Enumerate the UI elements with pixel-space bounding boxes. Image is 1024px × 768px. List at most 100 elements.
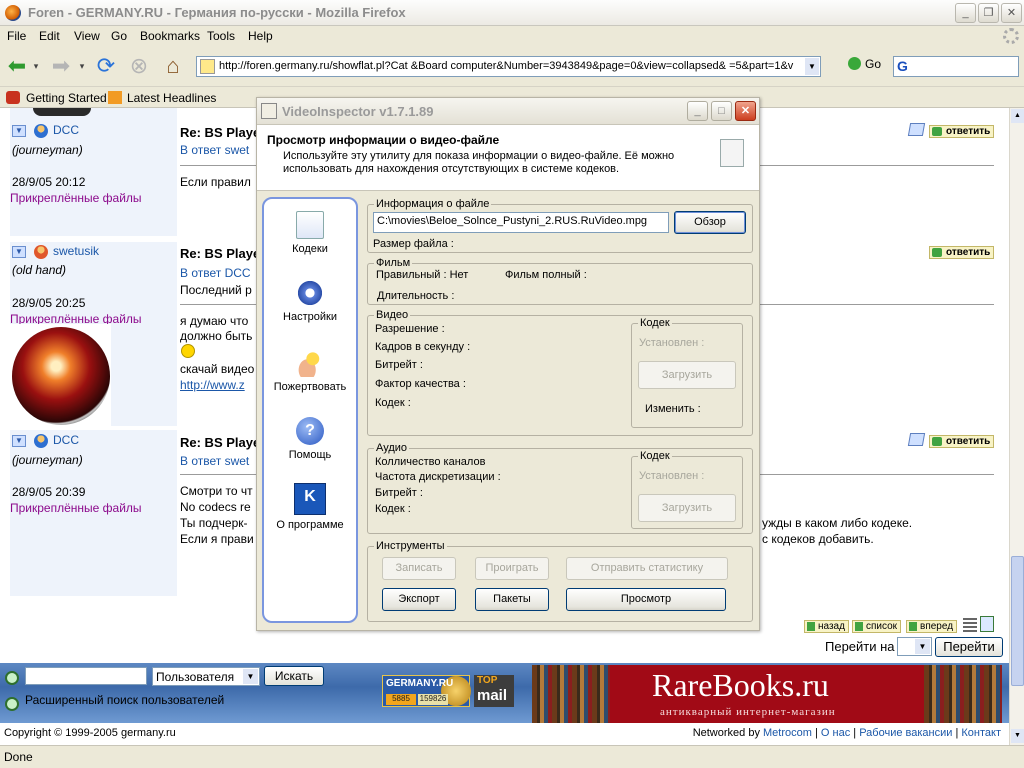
- scrollbar-thumb[interactable]: [1011, 556, 1024, 686]
- post-3-answer-button[interactable]: ответить: [929, 435, 995, 448]
- search-type-select[interactable]: Пользователя ▼: [152, 667, 260, 686]
- menu-bookmarks[interactable]: Bookmarks: [140, 29, 200, 43]
- audio-load-button[interactable]: Загрузить: [638, 494, 736, 522]
- edit-icon[interactable]: [907, 123, 926, 136]
- sidebar-item-help[interactable]: ? Помощь: [264, 417, 356, 461]
- list-view-icon[interactable]: [963, 618, 977, 632]
- send-stats-button[interactable]: Отправить статистику: [566, 557, 728, 580]
- goto-select[interactable]: ▼: [897, 637, 932, 656]
- edit-icon[interactable]: [907, 433, 926, 446]
- topmail-logo[interactable]: TOP mail: [474, 675, 514, 707]
- pager-back-button[interactable]: назад: [804, 620, 849, 633]
- go-button[interactable]: Go: [848, 57, 881, 71]
- post-2-reply[interactable]: В ответ DCC: [180, 266, 251, 280]
- collapse-icon[interactable]: ▼: [12, 125, 26, 137]
- google-icon[interactable]: G: [897, 58, 908, 74]
- bookshelf-image: [924, 665, 1002, 723]
- footer-link-contact[interactable]: Контакт: [961, 727, 1001, 739]
- chevron-down-icon: ▼: [243, 669, 258, 684]
- post-1-username[interactable]: DCC: [53, 123, 79, 137]
- menu-help[interactable]: Help: [248, 29, 273, 43]
- post-3-reply[interactable]: В ответ swet: [180, 454, 249, 468]
- close-button[interactable]: ✕: [1001, 3, 1022, 23]
- post-1-answer-button[interactable]: ответить: [929, 125, 995, 138]
- browse-button[interactable]: Обзор: [674, 211, 746, 234]
- goto-button[interactable]: Перейти: [935, 637, 1003, 657]
- forward-icon[interactable]: ➡: [48, 53, 74, 79]
- sidebar-item-settings[interactable]: Настройки: [264, 279, 356, 323]
- pager-list-button[interactable]: список: [852, 620, 902, 633]
- post-1-reply[interactable]: В ответ swet: [180, 143, 249, 157]
- avatar-partial: [33, 108, 91, 116]
- home-icon[interactable]: ⌂: [160, 53, 186, 79]
- forward-dropdown-icon[interactable]: ▾: [76, 53, 88, 79]
- vi-titlebar[interactable]: VideoInspector v1.7.1.89 _ □ ✕: [257, 98, 759, 125]
- search-icon: [5, 697, 19, 711]
- video-codec-change[interactable]: Изменить :: [645, 403, 701, 415]
- search-button[interactable]: Искать: [264, 666, 324, 686]
- post-1-rank: (journeyman): [12, 143, 83, 157]
- preview-button[interactable]: Просмотр: [566, 588, 726, 611]
- sidebar-item-about[interactable]: KО программе: [264, 483, 356, 531]
- scroll-up-icon[interactable]: ▲: [1011, 109, 1024, 123]
- user-search-input[interactable]: [25, 667, 147, 685]
- video-file-icon: [720, 139, 744, 167]
- video-fps-label: Кадров в секунду :: [375, 341, 471, 353]
- vi-close-button[interactable]: ✕: [735, 101, 756, 121]
- menu-file[interactable]: File: [7, 29, 26, 43]
- germany-ru-logo[interactable]: GERMANY.RU 5885 159826: [382, 675, 471, 707]
- bookmark-getting-started[interactable]: Getting Started: [26, 91, 107, 105]
- play-button[interactable]: Проиграть: [475, 557, 549, 580]
- collapse-icon[interactable]: ▼: [12, 246, 26, 258]
- firefox-icon: [5, 5, 21, 21]
- url-text[interactable]: http://foren.germany.ru/showflat.pl?Cat …: [219, 60, 799, 72]
- url-dropdown-icon[interactable]: ▼: [805, 58, 819, 75]
- goto-label: Перейти на: [825, 639, 895, 654]
- page-scrollbar[interactable]: ▲ ▼: [1009, 108, 1024, 745]
- pager-forward-button[interactable]: вперед: [906, 620, 958, 633]
- menu-tools[interactable]: Tools: [207, 29, 235, 43]
- file-path-input[interactable]: C:\movies\Beloe_Solnce_Pustyni_2.RUS.RuV…: [373, 212, 669, 233]
- advanced-search-link[interactable]: Расширенный поиск пользователей: [25, 693, 224, 707]
- post-2-body-line: Последний р: [180, 283, 252, 297]
- back-icon[interactable]: ⬅: [4, 53, 30, 79]
- sidebar-item-donate[interactable]: Пожертвовать: [264, 349, 356, 393]
- record-button[interactable]: Записать: [382, 557, 456, 580]
- footer-link-about[interactable]: О нас: [821, 727, 850, 739]
- post-3-files[interactable]: Прикреплённые файлы: [10, 501, 142, 515]
- post-2-link[interactable]: http://www.z: [180, 378, 245, 392]
- export-button[interactable]: Экспорт: [382, 588, 456, 611]
- menu-view[interactable]: View: [74, 29, 100, 43]
- audio-bitrate-label: Битрейт :: [375, 487, 423, 499]
- footer-link-metrocom[interactable]: Metrocom: [763, 727, 812, 739]
- vi-minimize-button[interactable]: _: [687, 101, 708, 121]
- rarebooks-banner[interactable]: RareBooks.ru антикварный интернет-магази…: [532, 665, 1002, 723]
- bookmark-latest-headlines[interactable]: Latest Headlines: [127, 91, 216, 105]
- vi-header-title: Просмотр информации о видео-файле: [267, 133, 500, 147]
- post-2-answer-button[interactable]: ответить: [929, 246, 995, 259]
- reload-icon[interactable]: ⟳: [93, 53, 119, 79]
- stop-icon[interactable]: ⊗: [126, 53, 152, 79]
- minimize-button[interactable]: _: [955, 3, 976, 23]
- url-bar[interactable]: http://foren.germany.ru/showflat.pl?Cat …: [196, 56, 821, 77]
- scroll-down-icon[interactable]: ▼: [1011, 729, 1024, 743]
- post-3-username[interactable]: DCC: [53, 433, 79, 447]
- vi-maximize-button[interactable]: □: [711, 101, 732, 121]
- menu-go[interactable]: Go: [111, 29, 127, 43]
- search-bar[interactable]: G: [893, 56, 1019, 77]
- collapse-icon[interactable]: ▼: [12, 435, 26, 447]
- post-1-subject: Re: BS Playe: [180, 125, 261, 140]
- packages-button[interactable]: Пакеты: [475, 588, 549, 611]
- sidebar-item-codecs[interactable]: Кодеки: [264, 211, 356, 255]
- post-2-username[interactable]: swetusik: [53, 244, 99, 258]
- menu-edit[interactable]: Edit: [39, 29, 60, 43]
- maximize-button[interactable]: ❐: [978, 3, 999, 23]
- back-dropdown-icon[interactable]: ▾: [30, 53, 42, 79]
- audio-codec-installed: Установлен :: [639, 470, 705, 482]
- tree-view-icon[interactable]: [980, 616, 994, 632]
- post-1-files[interactable]: Прикреплённые файлы: [10, 191, 142, 205]
- vi-header: Просмотр информации о видео-файле Исполь…: [257, 125, 759, 191]
- film-full-label: Фильм полный :: [505, 269, 587, 281]
- video-load-button[interactable]: Загрузить: [638, 361, 736, 389]
- footer-link-jobs[interactable]: Рабочие вакансии: [859, 727, 952, 739]
